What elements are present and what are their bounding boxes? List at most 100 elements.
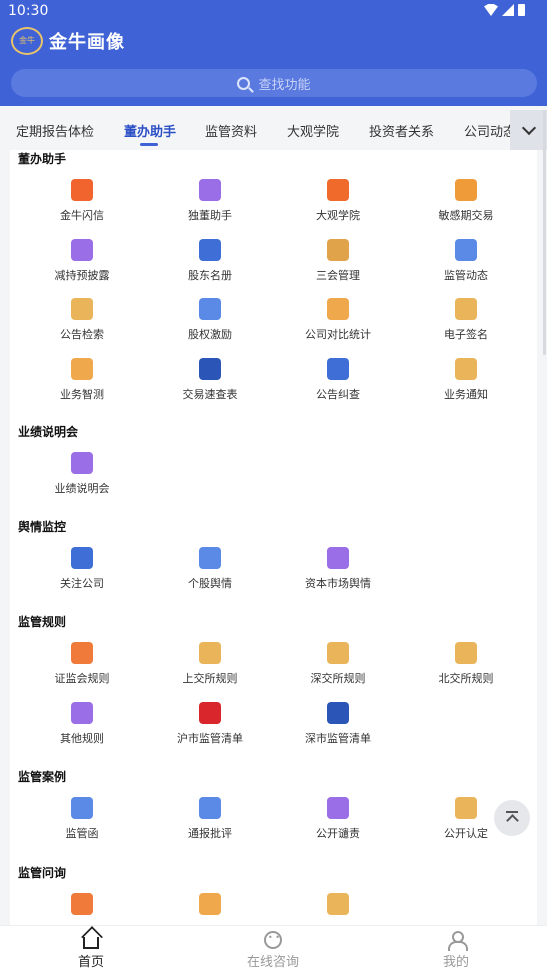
rule-doc-icon [455, 642, 477, 664]
app-header: 10:30 金牛 金牛画像 查找功能 [0, 0, 547, 106]
tab-board-assistant[interactable]: 董办助手 [124, 121, 176, 140]
feature-item[interactable]: 金牛闪信 [18, 179, 146, 223]
feature-item[interactable]: 业务智测 [18, 357, 146, 402]
profile-icon [447, 931, 468, 951]
tab-regulatory-materials[interactable]: 监管资料 [205, 121, 257, 140]
search-input[interactable]: 查找功能 [11, 69, 537, 97]
section-title: 监管规则 [18, 615, 67, 629]
presentation-icon [71, 452, 93, 474]
tabs-expand-button[interactable] [510, 110, 547, 150]
feature-item[interactable]: 公告检索 [18, 298, 146, 342]
feature-item[interactable]: 公司对比统计 [274, 298, 402, 342]
feature-label: 交易速查表 [182, 387, 238, 401]
building-icon [71, 547, 93, 569]
section-title: 业绩说明会 [18, 425, 79, 439]
brand: 金牛 金牛画像 [11, 27, 125, 55]
roster-icon [199, 238, 221, 261]
feature-label: 监管函 [65, 827, 99, 840]
feature-label: 金牛闪信 [60, 209, 104, 222]
section-title: 监管案例 [18, 770, 67, 784]
feature-item[interactable]: 监管动态 [402, 238, 530, 283]
tab-bar: 定期报告体检 董办助手 监管资料 大观学院 投资者关系 公司动态 [0, 110, 547, 150]
nav-profile[interactable]: 我的 [416, 931, 496, 970]
feature-item[interactable]: 深市监管清单 [274, 701, 402, 746]
question-icon [327, 893, 349, 915]
feature-item[interactable] [274, 893, 402, 921]
feature-item[interactable] [146, 893, 274, 921]
question-chat-icon [71, 893, 93, 915]
feature-label: 上交所规则 [182, 672, 238, 685]
feature-item[interactable]: 股东名册 [146, 238, 274, 283]
checklist-icon [71, 357, 93, 380]
feature-label: 三会管理 [316, 268, 360, 282]
feature-item[interactable]: 深交所规则 [274, 642, 402, 686]
feature-item[interactable]: 大观学院 [274, 179, 402, 223]
list-doc-icon [199, 701, 221, 724]
wifi-icon [484, 4, 498, 16]
search-icon [237, 76, 251, 90]
feature-item[interactable]: 关注公司 [18, 547, 146, 591]
feature-item[interactable]: 业务通知 [402, 357, 530, 402]
tab-daguan-academy[interactable]: 大观学院 [287, 121, 339, 140]
tab-company-news[interactable]: 公司动态 [464, 121, 516, 140]
feature-label: 深市监管清单 [305, 731, 371, 745]
search-table-icon [199, 357, 221, 380]
bottom-nav: 首页 在线咨询 我的 [0, 925, 547, 972]
feature-item[interactable]: 交易速查表 [146, 357, 274, 402]
scrollbar[interactable] [543, 110, 546, 355]
list-doc-icon [327, 701, 349, 724]
chevron-down-icon [521, 120, 536, 135]
compare-icon [327, 298, 349, 320]
home-icon [83, 937, 99, 949]
feature-item[interactable]: 个股舆情 [146, 547, 274, 591]
chat-icon [264, 931, 282, 949]
cell-signal-icon [502, 4, 514, 16]
feature-item[interactable]: 三会管理 [274, 238, 402, 283]
feature-item[interactable]: 其他规则 [18, 701, 146, 746]
person-icon [199, 179, 221, 201]
feature-label: 监管动态 [444, 268, 488, 282]
battery-icon [518, 4, 525, 16]
back-to-top-button[interactable] [494, 800, 530, 836]
feature-item[interactable]: 北交所规则 [402, 642, 530, 686]
active-tab-indicator [140, 143, 158, 146]
feature-label: 股东名册 [188, 268, 232, 282]
feature-item[interactable]: 电子签名 [402, 298, 530, 342]
status-time: 10:30 [8, 3, 49, 19]
feature-item[interactable]: 证监会规则 [18, 642, 146, 686]
feature-item[interactable]: 公开谴责 [274, 797, 402, 841]
feature-label: 沪市监管清单 [177, 731, 243, 745]
feature-label: 其他规则 [60, 731, 104, 745]
feature-item[interactable]: 通报批评 [146, 797, 274, 841]
feature-item[interactable]: 独董助手 [146, 179, 274, 223]
tab-investor-relations[interactable]: 投资者关系 [369, 121, 434, 140]
status-icons [484, 4, 525, 16]
feature-item[interactable]: 资本市场舆情 [274, 547, 402, 591]
feature-label: 北交所规则 [438, 672, 494, 685]
nav-home[interactable]: 首页 [51, 931, 131, 970]
rule-doc-icon [327, 642, 349, 664]
feature-label: 公告检索 [60, 328, 104, 341]
feature-item[interactable]: 监管函 [18, 797, 146, 841]
feature-item[interactable]: 业绩说明会 [18, 452, 146, 496]
meeting-icon [327, 238, 349, 261]
envelope-icon [71, 797, 93, 819]
feature-item[interactable]: 沪市监管清单 [146, 701, 274, 746]
feature-item[interactable]: 减持预披露 [18, 238, 146, 283]
feature-item[interactable]: 敏感期交易 [402, 179, 530, 223]
feature-item[interactable]: 公告纠查 [274, 357, 402, 402]
feature-label: 大观学院 [316, 209, 360, 222]
feature-item[interactable]: 上交所规则 [146, 642, 274, 686]
feature-label: 证监会规则 [54, 672, 110, 685]
feature-label: 资本市场舆情 [305, 577, 371, 590]
feature-item[interactable] [18, 893, 146, 921]
feature-grid: 董办助手 金牛闪信 独董助手 大观学院 敏感期交易 减持预披露 股东名册 三会管理 监管动态 公告… [10, 150, 537, 925]
app-title: 金牛画像 [49, 32, 125, 53]
lightning-icon [71, 179, 93, 201]
tab-periodic-report[interactable]: 定期报告体检 [16, 121, 94, 140]
briefcase-icon [71, 298, 93, 320]
rule-doc-icon [71, 642, 93, 664]
feature-item[interactable]: 股权激励 [146, 298, 274, 342]
nav-online-consult[interactable]: 在线咨询 [233, 931, 313, 970]
badge-alert-icon [455, 797, 477, 819]
